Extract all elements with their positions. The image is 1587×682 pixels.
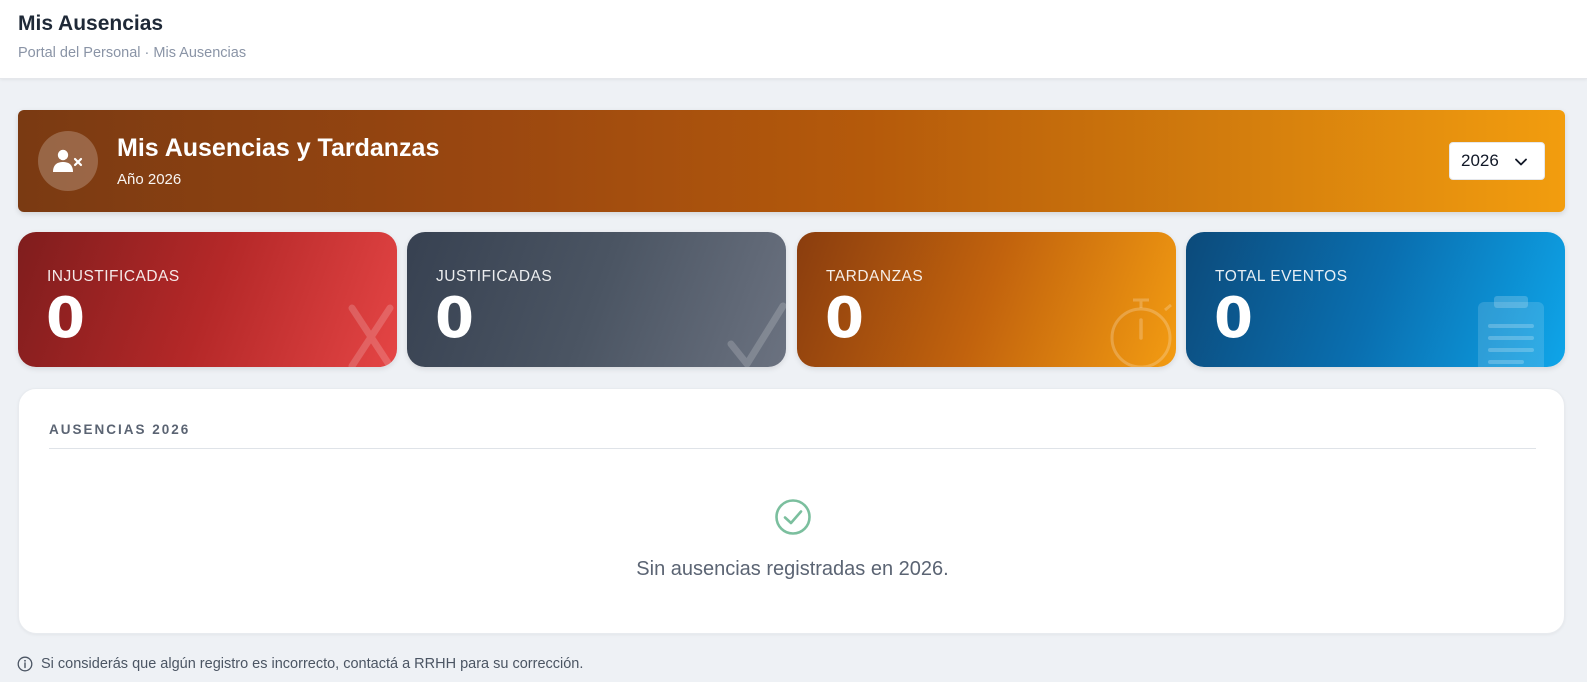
- footnote-text: Si considerás que algún registro es inco…: [41, 656, 584, 672]
- hero-title: Mis Ausencias y Tardanzas: [117, 134, 440, 162]
- stat-card-justificadas: JUSTIFICADAS 0: [407, 232, 786, 367]
- stat-value: 0: [46, 286, 85, 351]
- panel-divider: [49, 448, 1536, 449]
- stopwatch-icon: [1110, 298, 1172, 367]
- footnote: Si considerás que algún registro es inco…: [17, 656, 583, 672]
- hero-banner: Mis Ausencias y Tardanzas Año 2026 2026: [18, 110, 1565, 212]
- clipboard-icon: [1478, 296, 1544, 367]
- stat-label: TARDANZAS: [826, 268, 924, 285]
- chevron-down-icon: [1514, 154, 1528, 174]
- stat-card-total-eventos: TOTAL EVENTOS 0: [1186, 232, 1565, 367]
- stat-value: 0: [1214, 286, 1253, 351]
- user-x-icon: [38, 131, 98, 191]
- checkmark-icon: [727, 302, 786, 367]
- empty-state-text: Sin ausencias registradas en 2026.: [636, 558, 949, 580]
- info-icon: [17, 656, 33, 672]
- year-select[interactable]: 2026: [1449, 142, 1545, 180]
- year-select-value: 2026: [1461, 151, 1499, 170]
- stat-card-tardanzas: TARDANZAS 0: [797, 232, 1176, 367]
- absences-panel: AUSENCIAS 2026 Sin ausencias registradas…: [18, 388, 1565, 634]
- top-header: Mis Ausencias Portal del Personal · Mis …: [0, 0, 1587, 79]
- panel-title: AUSENCIAS 2026: [49, 422, 191, 437]
- check-circle-icon: [774, 498, 812, 541]
- hero-subtitle: Año 2026: [117, 171, 182, 188]
- stat-label: INJUSTIFICADAS: [47, 268, 180, 285]
- stat-value: 0: [435, 286, 474, 351]
- stat-value: 0: [825, 286, 864, 351]
- page-title: Mis Ausencias: [18, 12, 164, 35]
- breadcrumb: Portal del Personal · Mis Ausencias: [18, 45, 247, 61]
- stat-card-injustificadas: INJUSTIFICADAS 0: [18, 232, 397, 367]
- x-mark-icon: [348, 304, 394, 367]
- stat-label: TOTAL EVENTOS: [1215, 268, 1348, 285]
- stat-label: JUSTIFICADAS: [436, 268, 553, 285]
